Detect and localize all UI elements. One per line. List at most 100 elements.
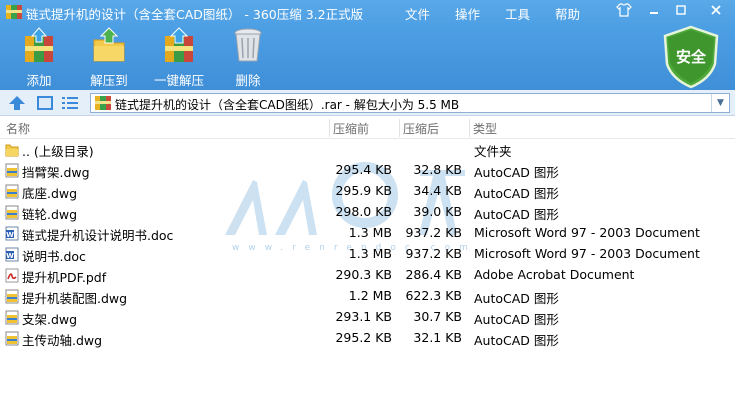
- maximize-icon[interactable]: [670, 3, 692, 19]
- file-size-after: 937.2 KB: [405, 225, 462, 240]
- file-type: AutoCAD 图形: [474, 333, 559, 348]
- file-row[interactable]: 主传动轴.dwg 295.2 KB 32.1 KB AutoCAD 图形: [0, 328, 735, 349]
- menu-operate[interactable]: 操作: [455, 4, 480, 23]
- extract-to-label: 解压到: [90, 73, 128, 88]
- svg-text:W: W: [6, 231, 14, 239]
- file-size-after: 286.4 KB: [405, 267, 462, 282]
- file-list: .. (上级目录) 文件夹挡臂架.dwg 295.4 KB 32.8 KB AutoCA…: [0, 139, 735, 349]
- file-size-before: 293.1 KB: [335, 309, 392, 324]
- file-size-after: 39.0 KB: [413, 204, 462, 219]
- delete-label: 删除: [235, 73, 261, 88]
- extract-folder-icon: [93, 27, 125, 62]
- file-name: .. (上级目录): [22, 144, 94, 159]
- address-bar[interactable]: 链式提升机的设计（含全套CAD图纸）.rar - 解包大小为 5.5 MB ▼: [90, 93, 730, 113]
- file-row[interactable]: .. (上级目录) 文件夹: [0, 139, 735, 160]
- dwg-file-icon: [5, 289, 19, 304]
- one-click-extract-icon: [165, 27, 193, 62]
- file-name: 说明书.doc: [22, 249, 86, 264]
- one-click-extract-button[interactable]: 一键解压: [150, 26, 208, 89]
- file-type: AutoCAD 图形: [474, 165, 559, 180]
- trash-icon: [234, 28, 262, 62]
- file-type: Adobe Acrobat Document: [474, 267, 635, 282]
- add-label: 添加: [26, 73, 52, 88]
- dwg-file-icon: [5, 331, 19, 346]
- file-type: AutoCAD 图形: [474, 312, 559, 327]
- file-row[interactable]: 提升机装配图.dwg 1.2 MB 622.3 KB AutoCAD 图形: [0, 286, 735, 307]
- dwg-file-icon: [5, 310, 19, 325]
- file-name: 链式提升机设计说明书.doc: [22, 228, 174, 243]
- file-size-after: 937.2 KB: [405, 246, 462, 261]
- column-header: 名称 压缩前 压缩后 类型: [0, 117, 735, 139]
- column-divider[interactable]: [469, 119, 470, 137]
- file-name: 提升机PDF.pdf: [22, 270, 107, 285]
- file-name: 提升机装配图.dwg: [22, 291, 128, 306]
- file-type: Microsoft Word 97 - 2003 Document: [474, 225, 700, 240]
- file-type: 文件夹: [474, 144, 512, 159]
- safety-shield-badge[interactable]: 安全: [660, 24, 722, 90]
- file-size-before: 1.3 MB: [348, 225, 392, 240]
- add-icon: [25, 27, 53, 62]
- chevron-down-icon[interactable]: ▼: [711, 94, 729, 112]
- file-size-after: 32.8 KB: [413, 162, 462, 177]
- file-row[interactable]: W 说明书.doc 1.3 MB 937.2 KB Microsoft Word 97 …: [0, 244, 735, 265]
- file-size-before: 1.2 MB: [348, 288, 392, 303]
- large-icon-view-icon[interactable]: [36, 95, 54, 114]
- word-file-icon: W: [5, 226, 19, 241]
- column-type[interactable]: 类型: [473, 120, 497, 137]
- menu-tools[interactable]: 工具: [505, 4, 530, 23]
- file-row[interactable]: W 链式提升机设计说明书.doc 1.3 MB 937.2 KB Microsoft W…: [0, 223, 735, 244]
- app-icon: [6, 5, 22, 19]
- add-button[interactable]: 添加: [20, 26, 58, 89]
- address-path: 链式提升机的设计（含全套CAD图纸）.rar - 解包大小为 5.5 MB: [115, 98, 460, 112]
- file-row[interactable]: 支架.dwg 293.1 KB 30.7 KB AutoCAD 图形: [0, 307, 735, 328]
- archive-icon: [95, 96, 111, 110]
- pdf-file-icon: [5, 268, 19, 283]
- shirt-icon[interactable]: [613, 3, 635, 19]
- file-type: AutoCAD 图形: [474, 207, 559, 222]
- minimize-icon[interactable]: [643, 3, 665, 19]
- file-size-before: 295.4 KB: [335, 162, 392, 177]
- file-size-before: 1.3 MB: [348, 246, 392, 261]
- file-size-after: 34.4 KB: [413, 183, 462, 198]
- file-row[interactable]: 链轮.dwg 298.0 KB 39.0 KB AutoCAD 图形: [0, 202, 735, 223]
- close-icon[interactable]: [705, 3, 727, 19]
- column-size-before[interactable]: 压缩前: [333, 120, 369, 137]
- file-name: 支架.dwg: [22, 312, 78, 327]
- word-file-icon: W: [5, 247, 19, 262]
- menu-help[interactable]: 帮助: [555, 4, 580, 23]
- file-size-before: 295.2 KB: [335, 330, 392, 345]
- title-toolbar-area: 链式提升机的设计（含全套CAD图纸） - 360压缩 3.2正式版 文件 操作 …: [0, 0, 735, 90]
- column-name[interactable]: 名称: [6, 120, 30, 137]
- window-title: 链式提升机的设计（含全套CAD图纸） - 360压缩 3.2正式版: [26, 7, 364, 22]
- dwg-file-icon: [5, 184, 19, 199]
- file-type: Microsoft Word 97 - 2003 Document: [474, 246, 700, 261]
- file-row[interactable]: 底座.dwg 295.9 KB 34.4 KB AutoCAD 图形: [0, 181, 735, 202]
- list-view-icon[interactable]: [61, 95, 79, 114]
- address-row: 链式提升机的设计（含全套CAD图纸）.rar - 解包大小为 5.5 MB ▼: [0, 90, 735, 116]
- column-size-after[interactable]: 压缩后: [403, 120, 439, 137]
- file-type: AutoCAD 图形: [474, 186, 559, 201]
- extract-to-button[interactable]: 解压到: [84, 26, 134, 89]
- column-divider[interactable]: [329, 119, 330, 137]
- delete-button[interactable]: 删除: [228, 26, 268, 89]
- menu-file[interactable]: 文件: [405, 4, 430, 23]
- file-row[interactable]: 提升机PDF.pdf 290.3 KB 286.4 KB Adobe Acrobat …: [0, 265, 735, 286]
- file-size-before: 295.9 KB: [335, 183, 392, 198]
- svg-text:W: W: [6, 252, 14, 260]
- file-size-after: 622.3 KB: [405, 288, 462, 303]
- dwg-file-icon: [5, 205, 19, 220]
- file-name: 链轮.dwg: [22, 207, 78, 222]
- file-name: 挡臂架.dwg: [22, 165, 90, 180]
- file-type: AutoCAD 图形: [474, 291, 559, 306]
- file-size-after: 30.7 KB: [413, 309, 462, 324]
- safety-label: 安全: [676, 48, 707, 66]
- folder-up-icon: [5, 142, 19, 157]
- file-row[interactable]: 挡臂架.dwg 295.4 KB 32.8 KB AutoCAD 图形: [0, 160, 735, 181]
- file-name: 底座.dwg: [22, 186, 78, 201]
- file-size-after: 32.1 KB: [413, 330, 462, 345]
- up-arrow-icon[interactable]: [8, 95, 26, 114]
- dwg-file-icon: [5, 163, 19, 178]
- column-divider[interactable]: [399, 119, 400, 137]
- file-name: 主传动轴.dwg: [22, 333, 103, 348]
- file-size-before: 290.3 KB: [335, 267, 392, 282]
